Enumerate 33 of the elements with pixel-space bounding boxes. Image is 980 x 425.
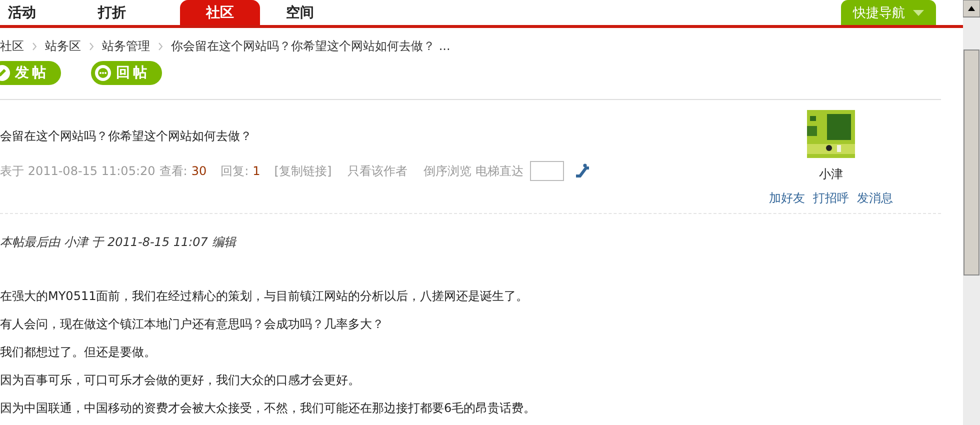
replies-count: 1 bbox=[252, 164, 260, 178]
post-paragraph: 有人会问，现在做这个镇江本地门户还有意思吗？会成功吗？几率多大？ bbox=[0, 316, 385, 333]
scrollbar[interactable] bbox=[963, 0, 980, 425]
speech-bubble-icon bbox=[94, 64, 112, 82]
author-name[interactable]: 小津 bbox=[819, 166, 843, 183]
floor-input[interactable] bbox=[530, 161, 564, 181]
nav-tab[interactable]: 打折 bbox=[90, 0, 180, 25]
escalator-icon[interactable] bbox=[574, 163, 590, 179]
post-paragraph: 因为百事可乐，可口可乐才会做的更好，我们大众的口感才会更好。 bbox=[0, 372, 361, 389]
caret-icon bbox=[913, 10, 924, 16]
post-date: 表于 2011-08-15 11:05:20 bbox=[0, 162, 156, 180]
nav-tab[interactable]: 活动 bbox=[0, 0, 90, 25]
post-paragraph: 因为中国联通，中国移动的资费才会被大众接受，不然，我们可能还在那边接打都要6毛的昂贵话费。 bbox=[0, 400, 537, 417]
chevron-icon bbox=[32, 42, 37, 50]
author-action-link[interactable]: 打招呼 bbox=[813, 190, 849, 207]
breadcrumb-link[interactable]: 你会留在这个网站吗？你希望这个网站如何去做？ ... bbox=[171, 38, 450, 54]
post-paragraph: 我们都想过了。但还是要做。 bbox=[0, 344, 157, 361]
chevron-icon bbox=[158, 42, 163, 50]
views-label: 查看: bbox=[159, 162, 188, 180]
author-action-link[interactable]: 发消息 bbox=[857, 190, 893, 207]
breadcrumb-link[interactable]: 站务管理 bbox=[102, 38, 150, 54]
breadcrumb-link[interactable]: 站务区 bbox=[45, 38, 81, 54]
replies-label: 回复: bbox=[220, 162, 249, 180]
jump-label: 电梯直达 bbox=[476, 162, 524, 180]
post-paragraph: 在强大的MY0511面前，我们在经过精心的策划，与目前镇江网站的分析以后，八搓网还是诞生了。 bbox=[0, 288, 530, 305]
nav-tab[interactable]: 社区 bbox=[180, 0, 260, 25]
views-count: 30 bbox=[191, 164, 207, 178]
author-action-link[interactable]: 加好友 bbox=[769, 190, 805, 207]
post-title: 会留在这个网站吗？你希望这个网站如何去做？ bbox=[0, 128, 253, 145]
nav-tab[interactable]: 空间 bbox=[278, 0, 368, 25]
breadcrumb-link[interactable]: 社区 bbox=[0, 38, 24, 54]
edit-note: 本帖最后由 小津 于 2011-8-15 11:07 编辑 bbox=[0, 234, 238, 251]
chevron-icon bbox=[89, 42, 94, 50]
